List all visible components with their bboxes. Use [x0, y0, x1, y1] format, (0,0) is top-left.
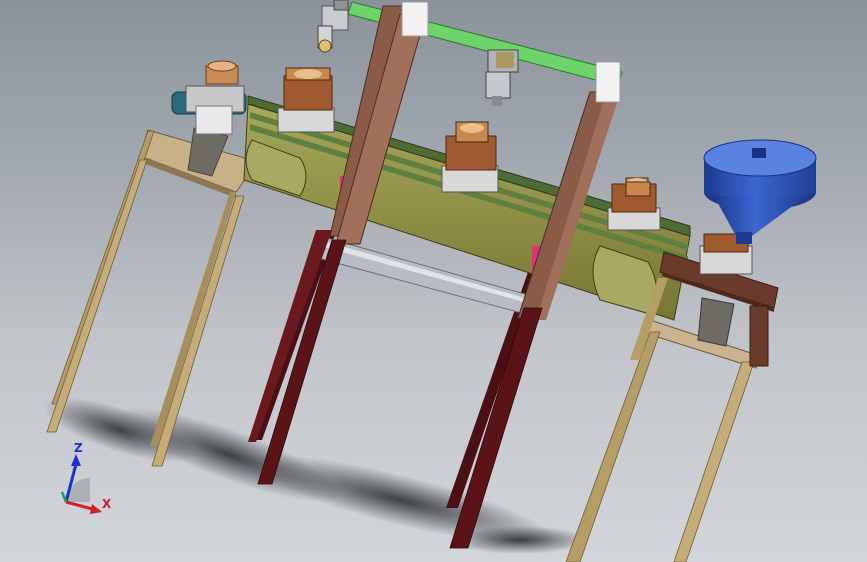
x-axis-arrowhead [90, 504, 102, 514]
pick-and-place-head-left[interactable] [317, 0, 349, 53]
outfeed-part [625, 181, 651, 197]
blue-hopper[interactable] [703, 139, 817, 244]
left-feeder-unit[interactable] [171, 60, 247, 135]
view-orientation-triad[interactable]: Z X [44, 440, 124, 520]
product-carrier-1[interactable] [277, 67, 335, 133]
z-axis-label: Z [74, 441, 83, 455]
y-axis-arrow [60, 491, 68, 503]
cad-assembly-model[interactable] [0, 0, 867, 562]
z-axis-arrowhead [71, 454, 81, 466]
product-carrier-2[interactable] [441, 121, 499, 193]
pick-and-place-head-right[interactable] [485, 49, 519, 106]
cad-graphics-viewport[interactable]: Z X [0, 0, 867, 562]
x-axis-label: X [102, 497, 112, 511]
